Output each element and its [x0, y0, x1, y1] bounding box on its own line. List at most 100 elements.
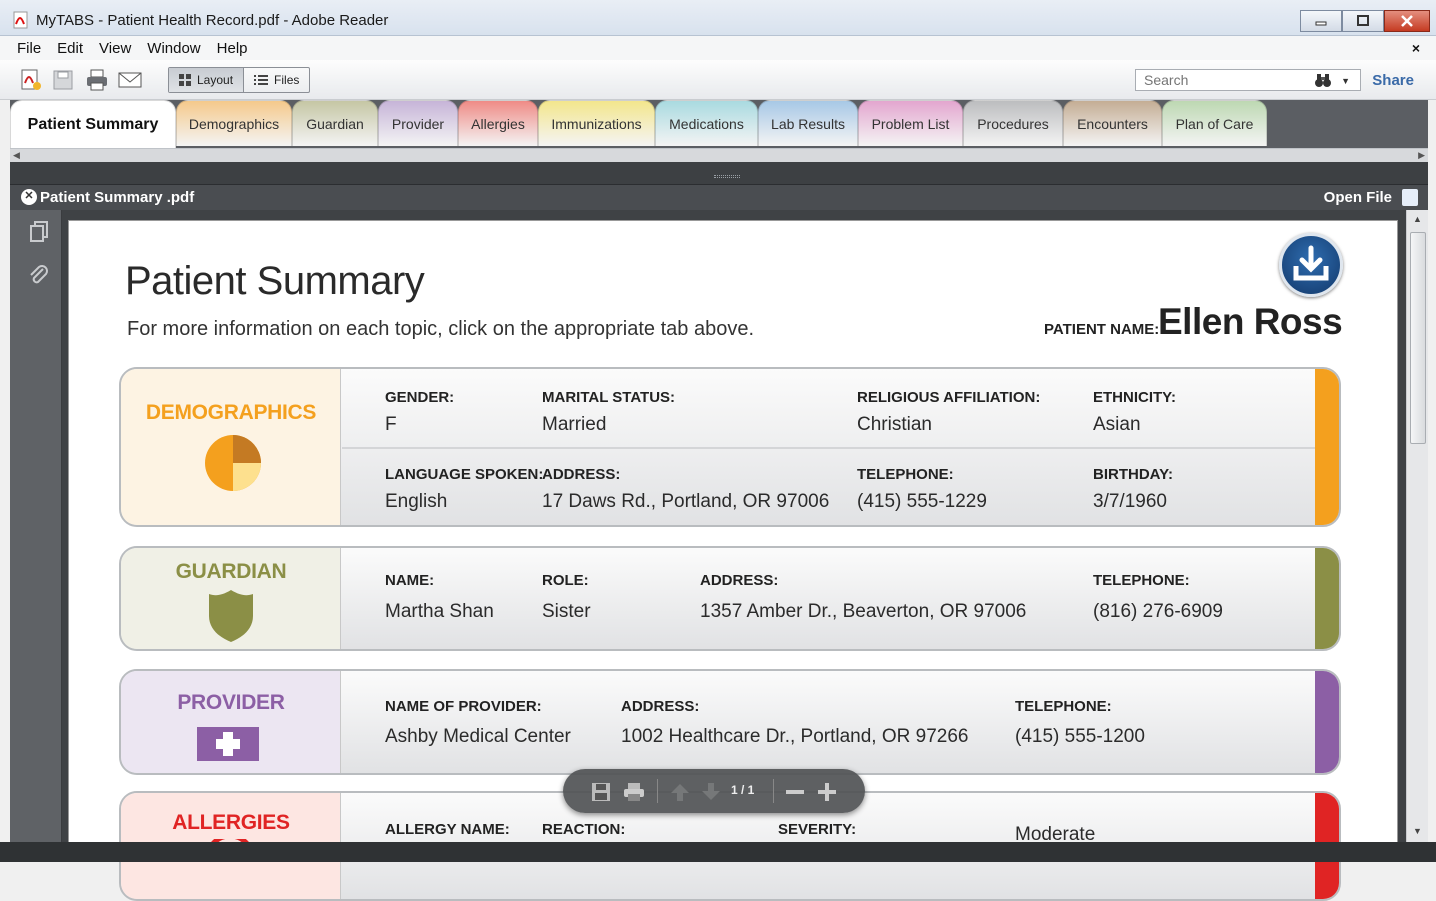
provider-name-value: Ashby Medical Center	[385, 726, 571, 747]
close-icon	[1401, 15, 1413, 27]
tab-provider[interactable]: Provider	[378, 100, 458, 146]
create-pdf-button[interactable]	[18, 67, 44, 93]
address-label: ADDRESS:	[542, 466, 621, 483]
severity-label: SEVERITY:	[778, 821, 857, 838]
minimize-button[interactable]	[1300, 10, 1342, 32]
close-document-button[interactable]: ×	[1412, 40, 1420, 56]
guardian-heading: GUARDIAN	[175, 560, 287, 583]
splitter-grip[interactable]	[10, 162, 1428, 184]
guardian-role-label: ROLE:	[542, 572, 589, 589]
tab-guardian[interactable]: Guardian	[292, 100, 378, 146]
zoom-out-button[interactable]	[784, 781, 806, 803]
birthday-value: 3/7/1960	[1093, 491, 1167, 512]
scroll-down-arrow-icon[interactable]: ▼	[1413, 826, 1422, 836]
scrollbar-thumb[interactable]	[1410, 232, 1426, 444]
demographics-header: DEMOGRAPHICS	[121, 369, 341, 525]
tab-patient-summary[interactable]: Patient Summary	[10, 100, 176, 148]
guardian-address-label: ADDRESS:	[700, 572, 779, 589]
guardian-address-value: 1357 Amber Dr., Beaverton, OR 97006	[700, 601, 1027, 622]
layout-mode-button[interactable]: Layout	[169, 68, 245, 92]
tab-medications[interactable]: Medications	[655, 100, 758, 146]
pages-icon[interactable]	[28, 220, 50, 242]
allergy-name-label: ALLERGY NAME:	[385, 821, 510, 838]
provider-heading: PROVIDER	[177, 691, 285, 714]
medical-cross-icon	[197, 727, 259, 761]
search-options-dropdown[interactable]: ▼	[1341, 76, 1350, 86]
provider-telephone-label: TELEPHONE:	[1015, 698, 1112, 715]
guardian-role-value: Sister	[542, 601, 591, 622]
zoom-in-button[interactable]	[816, 781, 838, 803]
gender-value: F	[385, 414, 397, 435]
scroll-left-arrow-icon[interactable]: ◀	[13, 150, 20, 161]
gender-label: GENDER:	[385, 389, 455, 406]
document-viewport: Patient Summary For more information on …	[62, 210, 1406, 901]
tab-lab-results[interactable]: Lab Results	[758, 100, 858, 146]
menu-window[interactable]: Window	[139, 40, 208, 57]
tab-scrollbar[interactable]: ◀ ▶	[10, 148, 1428, 162]
guardian-card[interactable]: GUARDIAN NAME: Martha Shan ROLE: Sister …	[119, 546, 1341, 651]
menu-help[interactable]: Help	[209, 40, 256, 57]
marital-status-value: Married	[542, 414, 607, 435]
tab-demographics[interactable]: Demographics	[176, 100, 292, 146]
open-file-button[interactable]: Open File	[1324, 189, 1392, 206]
tab-immunizations[interactable]: Immunizations	[538, 100, 655, 146]
share-button[interactable]: Share	[1372, 72, 1414, 89]
toolbar: Layout Files ▼ Share	[0, 60, 1436, 100]
previous-page-button[interactable]	[669, 781, 691, 803]
address-value: 17 Daws Rd., Portland, OR 97006	[542, 491, 830, 512]
print-button[interactable]	[84, 67, 110, 93]
demographics-row-1: GENDER: F MARITAL STATUS: Married RELIGI…	[342, 369, 1315, 447]
email-button[interactable]	[117, 67, 143, 93]
religion-value: Christian	[857, 414, 932, 435]
scroll-up-arrow-icon[interactable]: ▲	[1413, 214, 1422, 224]
binoculars-icon[interactable]	[1314, 72, 1332, 88]
shield-icon	[209, 590, 253, 642]
save-button[interactable]	[50, 67, 76, 93]
attachments-icon[interactable]	[28, 264, 50, 286]
search-input[interactable]	[1136, 70, 1306, 90]
tab-plan-of-care[interactable]: Plan of Care	[1162, 100, 1267, 146]
patient-name-label: PATIENT NAME:	[1044, 321, 1160, 338]
tab-procedures[interactable]: Procedures	[963, 100, 1063, 146]
guardian-name-value: Martha Shan	[385, 601, 494, 622]
menu-edit[interactable]: Edit	[49, 40, 91, 57]
page-indicator[interactable]: 1 / 1	[731, 783, 754, 797]
pdf-icon	[13, 11, 28, 29]
hud-print-button[interactable]	[623, 781, 645, 803]
demographics-card[interactable]: DEMOGRAPHICS GENDER: F MARITAL STATUS: M…	[119, 367, 1341, 527]
guardian-color-edge	[1315, 548, 1339, 649]
language-label: LANGUAGE SPOKEN:	[385, 466, 544, 483]
files-mode-button[interactable]: Files	[244, 68, 309, 92]
files-label: Files	[274, 73, 300, 87]
next-page-button[interactable]	[700, 781, 722, 803]
plus-icon	[818, 783, 836, 801]
maximize-button[interactable]	[1342, 10, 1384, 32]
create-pdf-icon	[21, 69, 41, 90]
menu-view[interactable]: View	[91, 40, 139, 57]
hud-save-button[interactable]	[590, 781, 612, 803]
tab-allergies[interactable]: Allergies	[458, 100, 538, 146]
tab-problem-list[interactable]: Problem List	[858, 100, 963, 146]
print-icon	[87, 69, 107, 91]
close-window-button[interactable]	[1384, 10, 1430, 32]
layout-icon	[179, 74, 191, 86]
telephone-label: TELEPHONE:	[857, 466, 954, 483]
guardian-name-label: NAME:	[385, 572, 435, 589]
guardian-telephone-label: TELEPHONE:	[1093, 572, 1190, 589]
scroll-right-arrow-icon[interactable]: ▶	[1418, 150, 1425, 161]
close-preview-icon[interactable]: ✕	[21, 189, 37, 205]
open-file-icon[interactable]	[1402, 189, 1418, 206]
tab-encounters[interactable]: Encounters	[1063, 100, 1162, 146]
window-title: MyTABS - Patient Health Record.pdf - Ado…	[36, 12, 389, 29]
provider-header: PROVIDER	[121, 671, 341, 773]
arrow-down-icon	[702, 783, 720, 800]
arrow-up-icon	[671, 784, 689, 801]
download-button[interactable]	[1279, 233, 1343, 297]
provider-card[interactable]: PROVIDER NAME OF PROVIDER: Ashby Medical…	[119, 669, 1341, 775]
guardian-header: GUARDIAN	[121, 548, 341, 649]
guardian-row: NAME: Martha Shan ROLE: Sister ADDRESS: …	[342, 548, 1315, 649]
provider-address-label: ADDRESS:	[621, 698, 700, 715]
menu-file[interactable]: File	[0, 40, 49, 57]
language-value: English	[385, 491, 448, 512]
vertical-scrollbar[interactable]: ▲ ▼	[1406, 210, 1428, 842]
